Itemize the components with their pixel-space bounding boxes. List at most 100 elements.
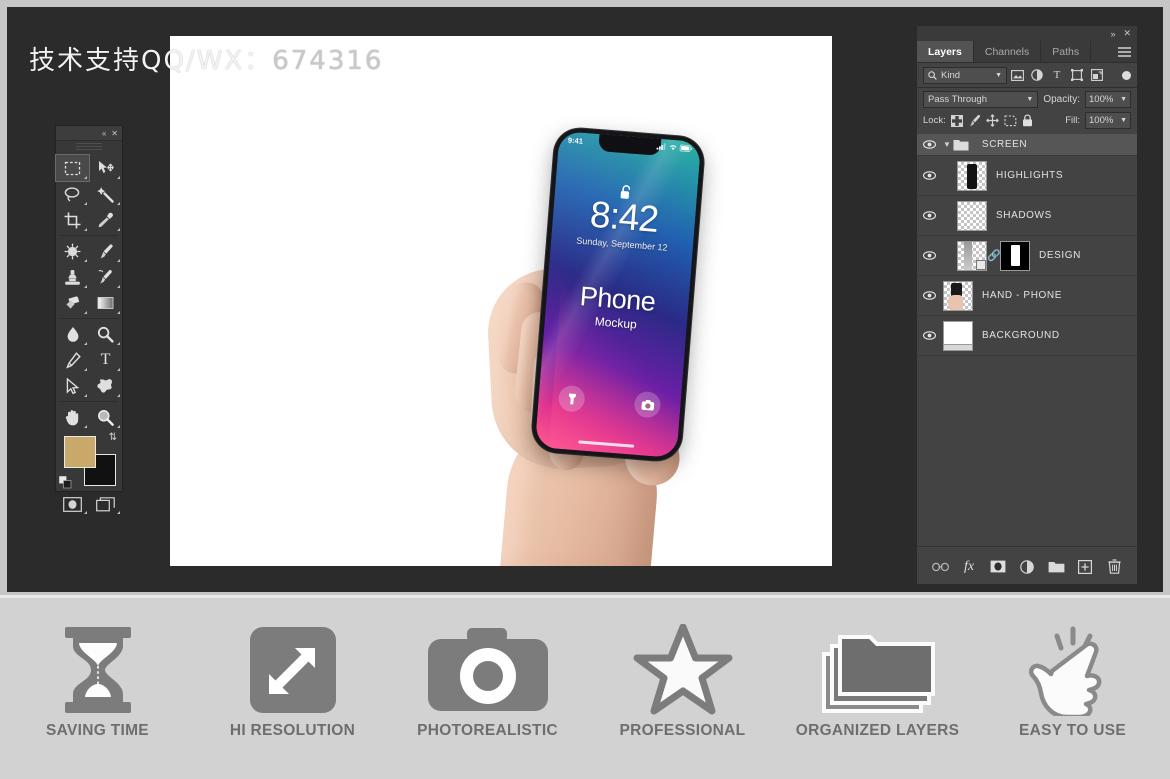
group-expand-chevron[interactable]: ▼ [943,140,951,149]
screen-mode-button[interactable] [89,492,122,516]
filter-adjustment-layers-icon[interactable] [1027,67,1047,84]
filter-smart-objects-icon[interactable] [1087,67,1107,84]
layer-thumbnail[interactable] [943,320,973,351]
rectangular-marquee-tool[interactable] [55,154,90,182]
lock-position-icon[interactable] [985,114,999,127]
dodge-tool[interactable] [89,321,122,347]
magic-wand-tool[interactable] [89,181,122,207]
tools-group-retouch [56,238,122,316]
new-layer-icon[interactable] [1077,558,1094,575]
panel-menu-icon[interactable] [1118,47,1131,57]
filter-type-layers-icon[interactable]: T [1047,67,1067,84]
lock-transparent-pixels-icon[interactable] [950,114,963,127]
layer-thumbnail[interactable] [957,200,987,231]
filter-shape-layers-icon[interactable] [1067,67,1087,84]
filter-kind-select[interactable]: Kind ▼ [923,66,1007,84]
pen-tool[interactable] [56,347,89,373]
new-group-icon[interactable] [1048,558,1065,575]
move-tool[interactable] [89,155,122,181]
fill-field[interactable]: 100% ▼ [1085,112,1131,129]
opacity-field[interactable]: 100% ▼ [1085,90,1131,108]
delete-layer-icon[interactable] [1106,558,1123,575]
foreground-color-swatch[interactable] [64,436,96,468]
document-canvas[interactable]: 9:41 8:42 Sunday, September 12 Phone Moc… [170,36,832,566]
layer-thumbnail[interactable] [957,240,987,271]
hand-tool[interactable] [56,404,89,430]
color-swatches: ⇅ [56,430,122,492]
custom-shape-tool[interactable] [89,373,122,399]
crop-tool[interactable] [56,207,89,233]
layered-folders-icon [793,624,963,716]
brush-tool[interactable] [89,238,122,264]
panel-tabs: Layers Channels Paths [917,41,1137,63]
mode-buttons [56,492,122,520]
close-icon[interactable]: ✕ [111,129,118,138]
lock-label: Lock: [923,115,946,126]
layer-visibility-toggle[interactable] [917,211,941,220]
mask-link-icon[interactable]: 🔗 [987,249,1001,262]
layer-row-background[interactable]: BACKGROUND [917,316,1137,356]
zoom-tool[interactable] [89,404,122,430]
layer-visibility-toggle[interactable] [917,251,941,260]
blend-mode-row: Pass Through ▼ Opacity: 100% ▼ [917,88,1137,110]
smart-object-badge [976,259,986,270]
tab-channels[interactable]: Channels [974,41,1042,62]
tab-layers[interactable]: Layers [917,41,974,62]
layer-row-shadows[interactable]: SHADOWS [917,196,1137,236]
layer-row-design[interactable]: 🔗 DESIGN [917,236,1137,276]
history-brush-icon [98,269,112,284]
layer-style-fx-icon[interactable]: fx [961,558,978,575]
layer-row-screen[interactable]: ▼ SCREEN [917,134,1137,156]
swap-colors-icon[interactable]: ⇅ [109,432,117,443]
layer-name: SHADOWS [996,210,1052,221]
lock-artboard-nesting-icon[interactable] [1004,114,1017,127]
lock-all-icon[interactable] [1022,114,1033,127]
layer-thumbnail[interactable] [943,280,973,311]
layer-visibility-toggle[interactable] [917,171,941,180]
close-icon[interactable]: ✕ [1123,28,1131,39]
phone-screen: 9:41 8:42 Sunday, September 12 Phone Moc… [534,130,702,459]
healing-brush-icon [64,243,81,259]
link-layers-icon[interactable] [931,558,949,575]
lock-image-pixels-icon[interactable] [968,114,981,127]
tools-panel: « ✕ T ⇅ [55,125,123,514]
filter-enable-toggle[interactable] [1122,70,1131,80]
spot-healing-brush-tool[interactable] [56,238,89,264]
quick-mask-mode-button[interactable] [56,492,89,516]
layer-thumbnail[interactable] [957,160,987,191]
lasso-tool[interactable] [56,181,89,207]
blur-droplet-icon [67,326,78,342]
blend-mode-select[interactable]: Pass Through ▼ [923,90,1039,108]
tab-paths[interactable]: Paths [1041,41,1092,62]
feature-label: ORGANIZED LAYERS [795,722,960,739]
layer-visibility-toggle[interactable] [917,331,941,340]
shape-icon [96,379,112,393]
gradient-tool[interactable] [89,290,122,316]
path-selection-tool[interactable] [56,373,89,399]
panel-titlebar: » ✕ [917,26,1137,41]
magic-wand-icon [97,186,114,203]
layer-mask-thumbnail[interactable] [1000,240,1030,271]
layer-visibility-toggle[interactable] [917,291,941,300]
type-tool[interactable]: T [89,347,122,373]
layer-row-hand-phone[interactable]: HAND - PHONE [917,276,1137,316]
default-colors-icon[interactable] [59,476,72,489]
feature-label: SAVING TIME [46,722,149,739]
opacity-label: Opacity: [1043,93,1080,105]
history-brush-tool[interactable] [89,264,122,290]
crop-icon [64,212,81,228]
tools-group-navigate [56,404,122,430]
eyedropper-tool[interactable] [89,207,122,233]
new-adjustment-layer-icon[interactable] [1019,558,1036,575]
add-layer-mask-icon[interactable] [990,558,1007,575]
quick-mask-icon [63,496,82,512]
layer-row-highlights[interactable]: HIGHLIGHTS [917,156,1137,196]
collapse-icon[interactable]: » [1110,29,1115,39]
filter-pixel-layers-icon[interactable] [1007,67,1027,84]
eraser-tool[interactable] [56,290,89,316]
clone-stamp-tool[interactable] [56,264,89,290]
blur-tool[interactable] [56,321,89,347]
collapse-icon[interactable]: « [102,129,106,138]
layer-visibility-toggle[interactable] [917,140,941,149]
gradient-icon [97,297,114,309]
